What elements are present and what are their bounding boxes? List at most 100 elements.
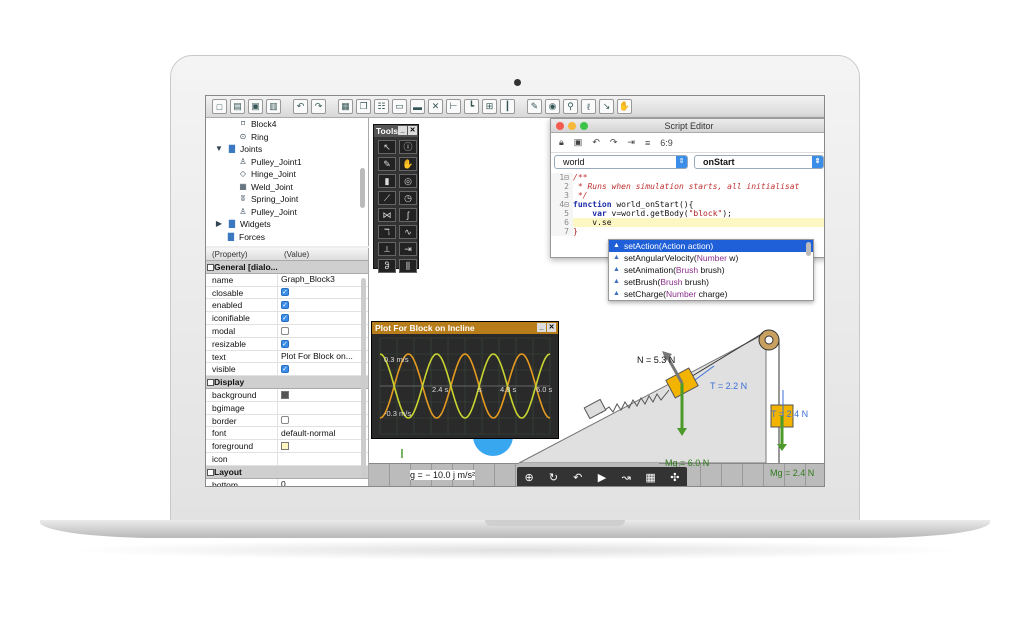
print-icon[interactable]: ▥: [266, 99, 281, 114]
checkbox[interactable]: [281, 364, 289, 375]
autocomplete-item[interactable]: ▲ setBrush(Brush brush): [609, 276, 813, 288]
property-section[interactable]: Display: [206, 376, 368, 389]
new-icon[interactable]: □: [212, 99, 227, 114]
pin-icon[interactable]: ✎: [527, 99, 542, 114]
hinge-icon[interactable]: ℸ: [378, 225, 396, 239]
property-value[interactable]: Plot For Block on...: [278, 351, 368, 363]
autocomplete-item[interactable]: ▲ setAnimation(Brush brush): [609, 264, 813, 276]
panel-icon[interactable]: ▬: [410, 99, 425, 114]
info-icon[interactable]: ⓘ: [399, 140, 417, 154]
hook-icon[interactable]: ჵ: [378, 259, 396, 273]
property-section[interactable]: General [dialo...: [206, 261, 368, 274]
tree-item[interactable]: ▇ Forces: [206, 231, 368, 244]
checkbox[interactable]: [281, 313, 289, 324]
tools-titlebar[interactable]: Tools _ ✕: [374, 125, 418, 137]
tree-item[interactable]: ⊙ Ring: [206, 131, 368, 144]
grid-icon[interactable]: ▦: [642, 471, 660, 484]
link-icon[interactable]: ⚲: [563, 99, 578, 114]
zoom-button[interactable]: [580, 122, 588, 130]
block-icon[interactable]: ▮: [378, 174, 396, 188]
editor-titlebar[interactable]: Script Editor: [551, 119, 824, 133]
hand-icon[interactable]: ✋: [617, 99, 632, 114]
step-icon[interactable]: ↝: [617, 471, 635, 484]
checkbox[interactable]: [281, 300, 289, 311]
lock-icon[interactable]: 🔒︎: [559, 137, 564, 148]
property-value[interactable]: [278, 415, 368, 427]
autocomplete-scrollbar[interactable]: [806, 242, 811, 256]
angle-icon[interactable]: ⟂: [378, 242, 396, 256]
checkbox[interactable]: [281, 339, 289, 350]
pointer-icon[interactable]: ↘: [599, 99, 614, 114]
property-value[interactable]: [278, 402, 368, 414]
property-value[interactable]: [278, 453, 368, 465]
autocomplete-item[interactable]: ▲ setCharge(Number charge): [609, 288, 813, 300]
property-value[interactable]: [278, 325, 368, 337]
chart-icon[interactable]: ┃: [500, 99, 515, 114]
autocomplete-item[interactable]: ▲ setAngularVelocity(Number w): [609, 252, 813, 264]
redo-icon[interactable]: ↷: [610, 137, 618, 148]
plot-window[interactable]: Plot For Block on Incline _ ✕ 0.3 m/s -0.3…: [371, 321, 559, 439]
wave-icon[interactable]: ∿: [399, 225, 417, 239]
tree-item[interactable]: ▶ ▇ Widgets: [206, 218, 368, 231]
expand-toggle-icon[interactable]: ▼: [214, 143, 224, 156]
plot-titlebar[interactable]: Plot For Block on Incline _ ✕: [372, 322, 558, 334]
property-value[interactable]: [278, 389, 368, 401]
grid-icon[interactable]: ☷: [374, 99, 389, 114]
tree-item[interactable]: ◇ Hinge_Joint: [206, 168, 368, 181]
play-icon[interactable]: ▶: [593, 471, 611, 484]
property-value[interactable]: Graph_Block3: [278, 274, 368, 286]
redo-icon[interactable]: ↷: [311, 99, 326, 114]
minimize-button[interactable]: [568, 122, 576, 130]
tree-item[interactable]: ♙ Pulley_Joint1: [206, 156, 368, 169]
undo-icon[interactable]: ↶: [293, 99, 308, 114]
lock-icon[interactable]: ▦: [338, 99, 353, 114]
reset-icon[interactable]: ↻: [544, 471, 562, 484]
tree-item[interactable]: ▦ Weld_Joint: [206, 181, 368, 194]
property-value[interactable]: [278, 440, 368, 452]
minimize-icon[interactable]: _: [398, 126, 408, 135]
indent-icon[interactable]: ⇥: [627, 137, 635, 148]
property-section[interactable]: Layout: [206, 465, 368, 479]
crop-icon[interactable]: ✕: [428, 99, 443, 114]
step-back-icon[interactable]: ↶: [569, 471, 587, 484]
minimize-icon[interactable]: _: [537, 323, 546, 332]
props-scrollbar[interactable]: [361, 278, 366, 478]
open-icon[interactable]: ▤: [230, 99, 245, 114]
axis-icon[interactable]: ┗: [464, 99, 479, 114]
color-swatch[interactable]: [281, 442, 289, 451]
close-icon[interactable]: ✕: [408, 126, 418, 135]
property-value[interactable]: [278, 287, 368, 298]
slider-icon[interactable]: ⫼: [399, 259, 417, 273]
event-select[interactable]: onStart ⇕: [694, 155, 824, 169]
tree-item[interactable]: ʬ Spring_Joint: [206, 193, 368, 206]
table-icon[interactable]: ⊞: [482, 99, 497, 114]
object-select[interactable]: world ⇕: [554, 155, 688, 169]
color-swatch[interactable]: [281, 390, 289, 399]
rope-icon[interactable]: ʃ: [399, 208, 417, 222]
checkbox[interactable]: [281, 416, 289, 425]
tree-item[interactable]: ▼ ▇ Joints: [206, 143, 368, 156]
property-value[interactable]: [278, 363, 368, 375]
move-icon[interactable]: ✣: [666, 471, 684, 484]
grab-icon[interactable]: ✋: [399, 157, 417, 171]
expand-toggle-icon[interactable]: ▶: [214, 218, 224, 231]
select-icon[interactable]: ↖: [378, 140, 396, 154]
tree-item[interactable]: ⌑ Block4: [206, 118, 368, 131]
copy-icon[interactable]: ❐: [356, 99, 371, 114]
key-icon[interactable]: ℓ: [581, 99, 596, 114]
clock-icon[interactable]: ◷: [399, 191, 417, 205]
property-value[interactable]: default-normal: [278, 427, 368, 439]
globe-icon[interactable]: ◉: [545, 99, 560, 114]
property-value[interactable]: [278, 312, 368, 324]
close-icon[interactable]: ✕: [547, 323, 556, 332]
autocomplete-item[interactable]: ▲ setAction(Action action): [609, 240, 813, 252]
window-icon[interactable]: ▭: [392, 99, 407, 114]
list-icon[interactable]: ≡: [645, 138, 650, 148]
pen-icon[interactable]: ✎: [378, 157, 396, 171]
close-button[interactable]: [556, 122, 564, 130]
checkbox[interactable]: [281, 287, 289, 298]
property-value[interactable]: [278, 338, 368, 350]
graph-icon[interactable]: ⟋: [378, 191, 396, 205]
zoom-icon[interactable]: ⊕: [520, 471, 538, 484]
property-value[interactable]: [278, 299, 368, 311]
